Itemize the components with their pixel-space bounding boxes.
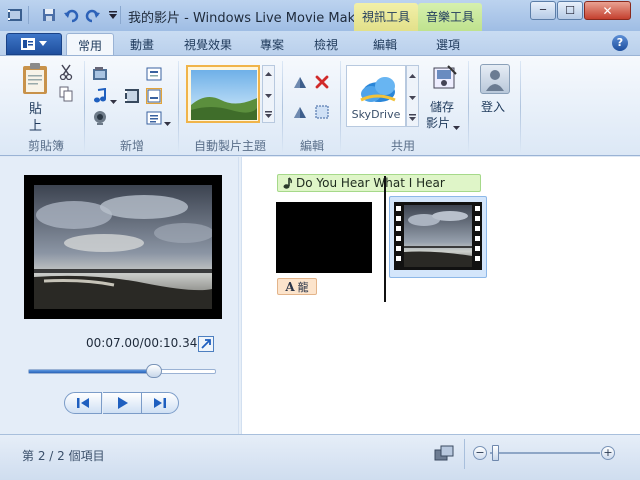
item-count: 第 2 / 2 個項目 <box>22 449 105 463</box>
previous-frame-icon <box>77 398 89 408</box>
select-all-icon[interactable] <box>314 104 330 120</box>
play-button[interactable] <box>103 392 141 414</box>
title-clip[interactable] <box>276 202 372 273</box>
sign-in-avatar-icon[interactable] <box>480 64 510 94</box>
group-divider <box>178 61 179 153</box>
window-title: 我的影片 - Windows Live Movie Maker <box>128 11 368 26</box>
cut-icon[interactable] <box>58 64 74 80</box>
add-music-icon[interactable] <box>92 88 108 104</box>
film-sprocket-holes <box>396 205 480 267</box>
maximize-button[interactable]: ☐ <box>557 1 583 20</box>
skydrive-share-button[interactable]: SkyDrive <box>346 65 406 127</box>
tab-visual-effects[interactable]: 視覺效果 <box>176 33 240 55</box>
help-icon[interactable]: ? <box>612 35 628 51</box>
skydrive-label: SkyDrive <box>351 108 401 121</box>
themes-group-label: 自動製片主題 <box>193 139 266 153</box>
status-bar: 第 2 / 2 個項目 − + <box>0 434 640 480</box>
group-divider <box>468 61 469 153</box>
share-gallery-scroll[interactable] <box>406 65 419 127</box>
group-divider <box>340 61 341 153</box>
preview-monitor[interactable] <box>24 175 222 319</box>
tab-home[interactable]: 常用 <box>66 33 114 55</box>
video-clip-selected[interactable] <box>389 196 487 278</box>
zoom-slider[interactable] <box>490 452 600 454</box>
music-note-icon <box>283 177 292 189</box>
snapshot-icon[interactable] <box>124 88 140 104</box>
music-track-item[interactable]: Do You Hear What I Hear <box>277 174 481 192</box>
rotate-left-icon[interactable] <box>292 74 308 90</box>
caption-text-icon: A <box>285 279 295 294</box>
save-icon[interactable] <box>40 6 58 24</box>
seek-bar-fill <box>29 370 154 373</box>
sign-in-label[interactable]: 登入 <box>481 98 505 115</box>
thumbnail-size-icon[interactable] <box>434 445 454 463</box>
group-divider <box>282 61 283 153</box>
close-icon: ✕ <box>602 3 613 18</box>
save-movie-label-top[interactable]: 儲存 <box>430 98 454 115</box>
automovie-theme-thumbnail[interactable] <box>186 65 260 123</box>
add-music-dropdown-icon[interactable] <box>110 94 117 104</box>
caption-text: 龍 <box>297 280 309 294</box>
remove-icon[interactable] <box>314 74 330 90</box>
save-movie-label-bottom[interactable]: 影片 <box>426 114 450 131</box>
editing-group-label: 編輯 <box>299 139 324 153</box>
share-group-label: 共用 <box>390 139 415 153</box>
group-divider <box>520 61 521 153</box>
fullscreen-preview-icon[interactable] <box>198 336 214 352</box>
group-divider <box>84 61 85 153</box>
paste-icon[interactable] <box>20 62 50 96</box>
credits-icon[interactable] <box>146 110 162 126</box>
copy-icon[interactable] <box>58 86 74 102</box>
play-icon <box>118 397 128 409</box>
theme-gallery-scroll[interactable] <box>262 65 275 123</box>
preview-frame-image <box>34 185 212 309</box>
app-icon[interactable] <box>6 6 24 24</box>
zoom-out-icon[interactable]: − <box>473 446 487 460</box>
storyboard: Do You Hear What I Hear A 龍 <box>242 157 640 434</box>
ribbon: 貼 上 剪貼簿 新增 自動製片主題 編輯 SkyDrive 儲存 影片 共用 登… <box>0 55 640 156</box>
caption-item[interactable]: A 龍 <box>277 278 317 295</box>
undo-icon[interactable] <box>62 6 80 24</box>
save-movie-icon[interactable] <box>430 64 458 94</box>
music-track-title: Do You Hear What I Hear <box>296 176 445 190</box>
webcam-video-icon[interactable] <box>92 110 108 126</box>
seek-bar[interactable] <box>28 364 216 378</box>
redo-icon[interactable] <box>84 6 102 24</box>
title-icon[interactable] <box>146 66 162 82</box>
zoom-slider-thumb[interactable] <box>492 445 499 461</box>
maximize-icon: ☐ <box>565 4 575 17</box>
file-menu-icon <box>21 38 35 50</box>
next-frame-button[interactable] <box>141 392 179 414</box>
next-frame-icon <box>154 398 166 408</box>
tab-options[interactable]: 選項 <box>424 33 472 55</box>
seek-thumb[interactable] <box>145 364 162 378</box>
title-bar: 我的影片 - Windows Live Movie Maker 視訊工具 音樂工… <box>0 0 640 31</box>
tab-view[interactable]: 檢視 <box>304 33 348 55</box>
add-group-label: 新增 <box>119 139 144 153</box>
skydrive-icon <box>357 74 397 107</box>
file-menu-button[interactable] <box>6 33 62 55</box>
save-movie-dropdown-icon[interactable] <box>453 120 460 130</box>
tab-animations[interactable]: 動畫 <box>118 33 166 55</box>
filmstrip-frame <box>394 202 482 270</box>
previous-frame-button[interactable] <box>64 392 102 414</box>
clipboard-group-label: 剪貼簿 <box>27 139 64 153</box>
close-button[interactable]: ✕ <box>584 1 631 20</box>
rotate-right-icon[interactable] <box>292 104 308 120</box>
tab-edit[interactable]: 編輯 <box>362 33 408 55</box>
context-tab-video-tools[interactable]: 視訊工具 <box>354 3 418 31</box>
context-tab-music-tools[interactable]: 音樂工具 <box>418 3 482 31</box>
minimize-icon: ─ <box>539 5 547 16</box>
tab-project[interactable]: 專案 <box>250 33 294 55</box>
ribbon-tab-row: 常用 動畫 視覺效果 專案 檢視 編輯 選項 ? <box>0 31 640 55</box>
caption-icon[interactable] <box>146 88 162 104</box>
playback-indicator[interactable] <box>384 176 386 302</box>
chevron-down-icon <box>39 41 47 46</box>
minimize-button[interactable]: ─ <box>530 1 556 20</box>
add-videos-photos-icon[interactable] <box>92 66 108 82</box>
paste-label-bottom[interactable]: 上 <box>29 115 42 134</box>
zoom-in-icon[interactable]: + <box>601 446 615 460</box>
playback-time: 00:07.00/00:10.34 <box>86 336 198 350</box>
credits-dropdown-icon[interactable] <box>164 116 171 126</box>
